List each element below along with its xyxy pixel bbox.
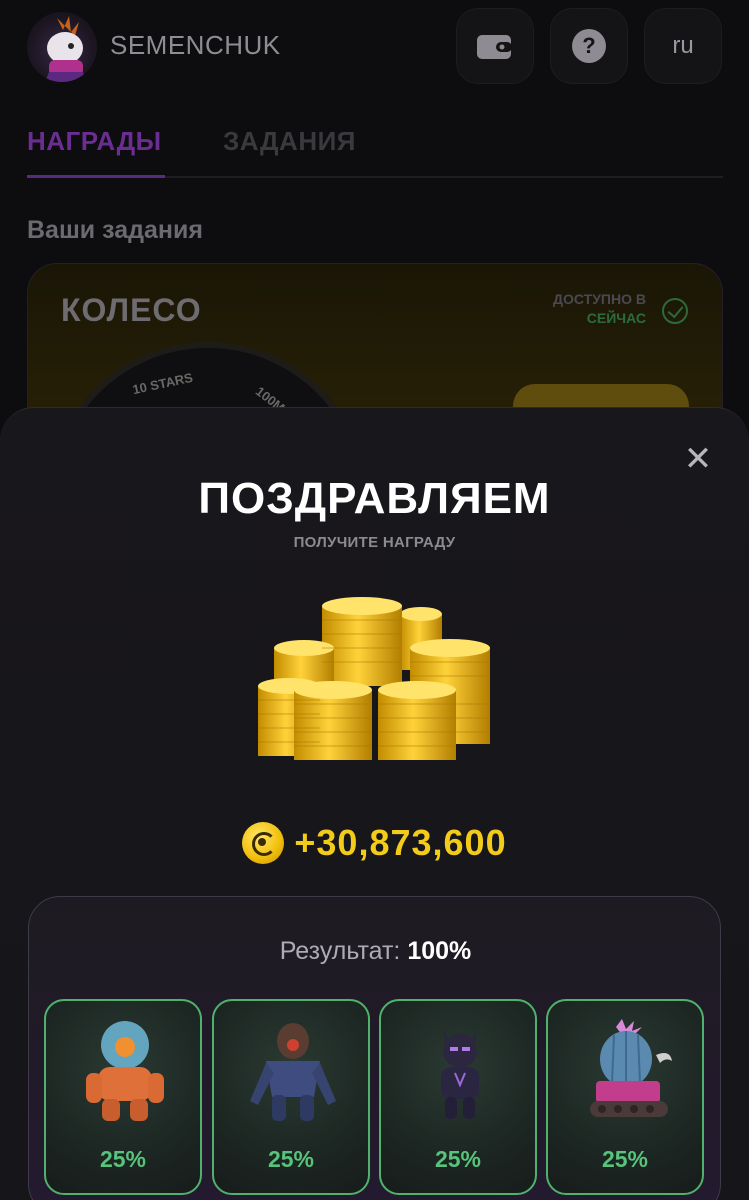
panther-hero-image — [441, 1029, 479, 1119]
help-button[interactable]: ? — [550, 8, 628, 84]
wheel-title: КОЛЕСО — [61, 292, 202, 328]
gold-coins-image — [250, 596, 500, 766]
avatar[interactable] — [27, 12, 97, 82]
question-icon: ? — [572, 29, 606, 63]
section-title: Ваши задания — [27, 216, 203, 244]
result-value: 100% — [407, 937, 472, 965]
active-tab-indicator — [27, 175, 165, 178]
tab-rewards[interactable]: НАГРАДЫ — [27, 126, 162, 157]
coin-icon — [242, 822, 285, 864]
wallet-button[interactable] — [456, 8, 534, 84]
reward-modal: ✕ ПОЗДРАВЛЯЕМ ПОЛУЧИТЕ НАГРАДУ +30,873,6… — [0, 407, 749, 1200]
hero-percent: 25% — [601, 1146, 649, 1172]
cactus-tank-hero-image — [590, 1019, 672, 1117]
wheel-segment-label: 10 STARS — [131, 369, 195, 398]
result-card: Результат: 100% 25% 25% 25% 25% — [28, 896, 721, 1200]
hero-percent: 25% — [434, 1146, 482, 1172]
beast-hero-image — [250, 1023, 336, 1121]
availability-status: ДОСТУПНО В СЕЙЧАС — [553, 290, 646, 328]
check-circle-icon — [662, 298, 688, 324]
reward-amount: +30,873,600 — [294, 822, 507, 863]
top-bar: SEMENCHUK ? ru — [0, 0, 749, 95]
result-label: Результат: — [279, 937, 401, 965]
modal-subtitle: ПОЛУЧИТЕ НАГРАДУ — [293, 534, 456, 551]
hero-card-cactus-tank[interactable]: 25% — [546, 999, 704, 1195]
tab-bar: НАГРАДЫ ЗАДАНИЯ — [27, 118, 723, 178]
username[interactable]: SEMENCHUK — [110, 30, 281, 61]
wallet-icon — [477, 35, 512, 59]
robot-hero-image — [86, 1021, 164, 1121]
close-icon[interactable]: ✕ — [683, 442, 713, 476]
availability-line1: ДОСТУПНО В — [553, 291, 646, 307]
app-screen: SEMENCHUK ? ru НАГРАДЫ ЗАДАНИЯ Ваши зада… — [0, 0, 749, 1200]
hero-card-robot[interactable]: 25% — [44, 999, 202, 1195]
hero-percent: 25% — [99, 1146, 147, 1172]
language-button[interactable]: ru — [644, 8, 722, 84]
hero-card-panther[interactable]: 25% — [379, 999, 537, 1195]
hero-percent: 25% — [267, 1146, 315, 1172]
tab-tasks[interactable]: ЗАДАНИЯ — [223, 126, 356, 157]
result-line: Результат: 100% — [29, 937, 722, 966]
modal-title: ПОЗДРАВЛЯЕМ — [198, 474, 551, 523]
svg-text:?: ? — [582, 33, 595, 58]
reward-row: +30,873,600 — [0, 818, 749, 868]
hero-card-beast[interactable]: 25% — [212, 999, 370, 1195]
availability-line2: СЕЙЧАС — [586, 310, 646, 326]
